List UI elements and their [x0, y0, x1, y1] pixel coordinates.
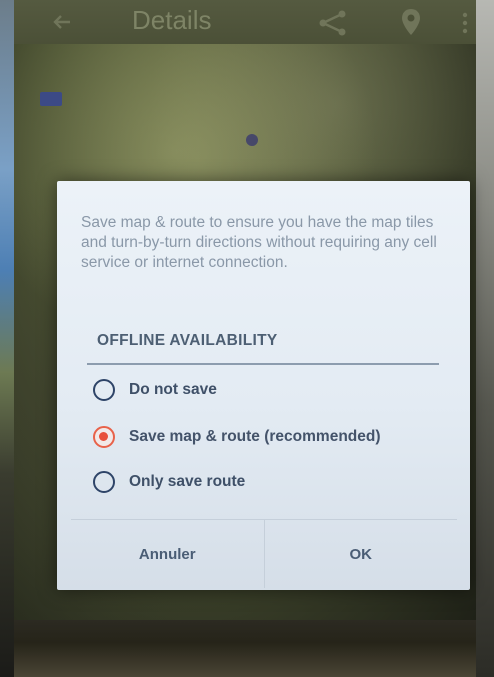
- radio-button-unselected[interactable]: [93, 379, 115, 401]
- option-save-map-and-route[interactable]: Save map & route (recommended): [93, 421, 453, 453]
- radio-button-selected[interactable]: [93, 426, 115, 448]
- option-do-not-save[interactable]: Do not save: [93, 374, 453, 406]
- option-label: Save map & route (recommended): [129, 428, 381, 445]
- offline-availability-dialog: Save map & route to ensure you have the …: [57, 181, 470, 590]
- place-pin-icon[interactable]: [400, 8, 422, 36]
- photo-bottom-edge: [14, 620, 476, 677]
- cancel-button[interactable]: Annuler: [71, 520, 264, 588]
- radio-button-unselected[interactable]: [93, 471, 115, 493]
- dialog-message: Save map & route to ensure you have the …: [81, 214, 437, 271]
- arrow-back-icon[interactable]: [52, 12, 72, 32]
- section-divider: [87, 363, 439, 365]
- app-bar: Details: [14, 0, 476, 44]
- page-title: Details: [132, 5, 212, 35]
- section-header-offline-availability: OFFLINE AVAILABILITY: [97, 332, 278, 349]
- option-label: Do not save: [129, 381, 217, 398]
- map-marker[interactable]: [40, 92, 62, 106]
- background-right-edge: [476, 0, 494, 677]
- ok-button[interactable]: OK: [263, 520, 458, 588]
- map-poi-marker[interactable]: [246, 134, 258, 146]
- option-only-save-route[interactable]: Only save route: [93, 466, 453, 498]
- option-label: Only save route: [129, 473, 246, 490]
- dialog-button-bar: Annuler OK: [71, 519, 457, 588]
- more-vert-icon[interactable]: [462, 12, 468, 34]
- share-icon[interactable]: [318, 10, 348, 36]
- background-left-edge: [0, 0, 14, 677]
